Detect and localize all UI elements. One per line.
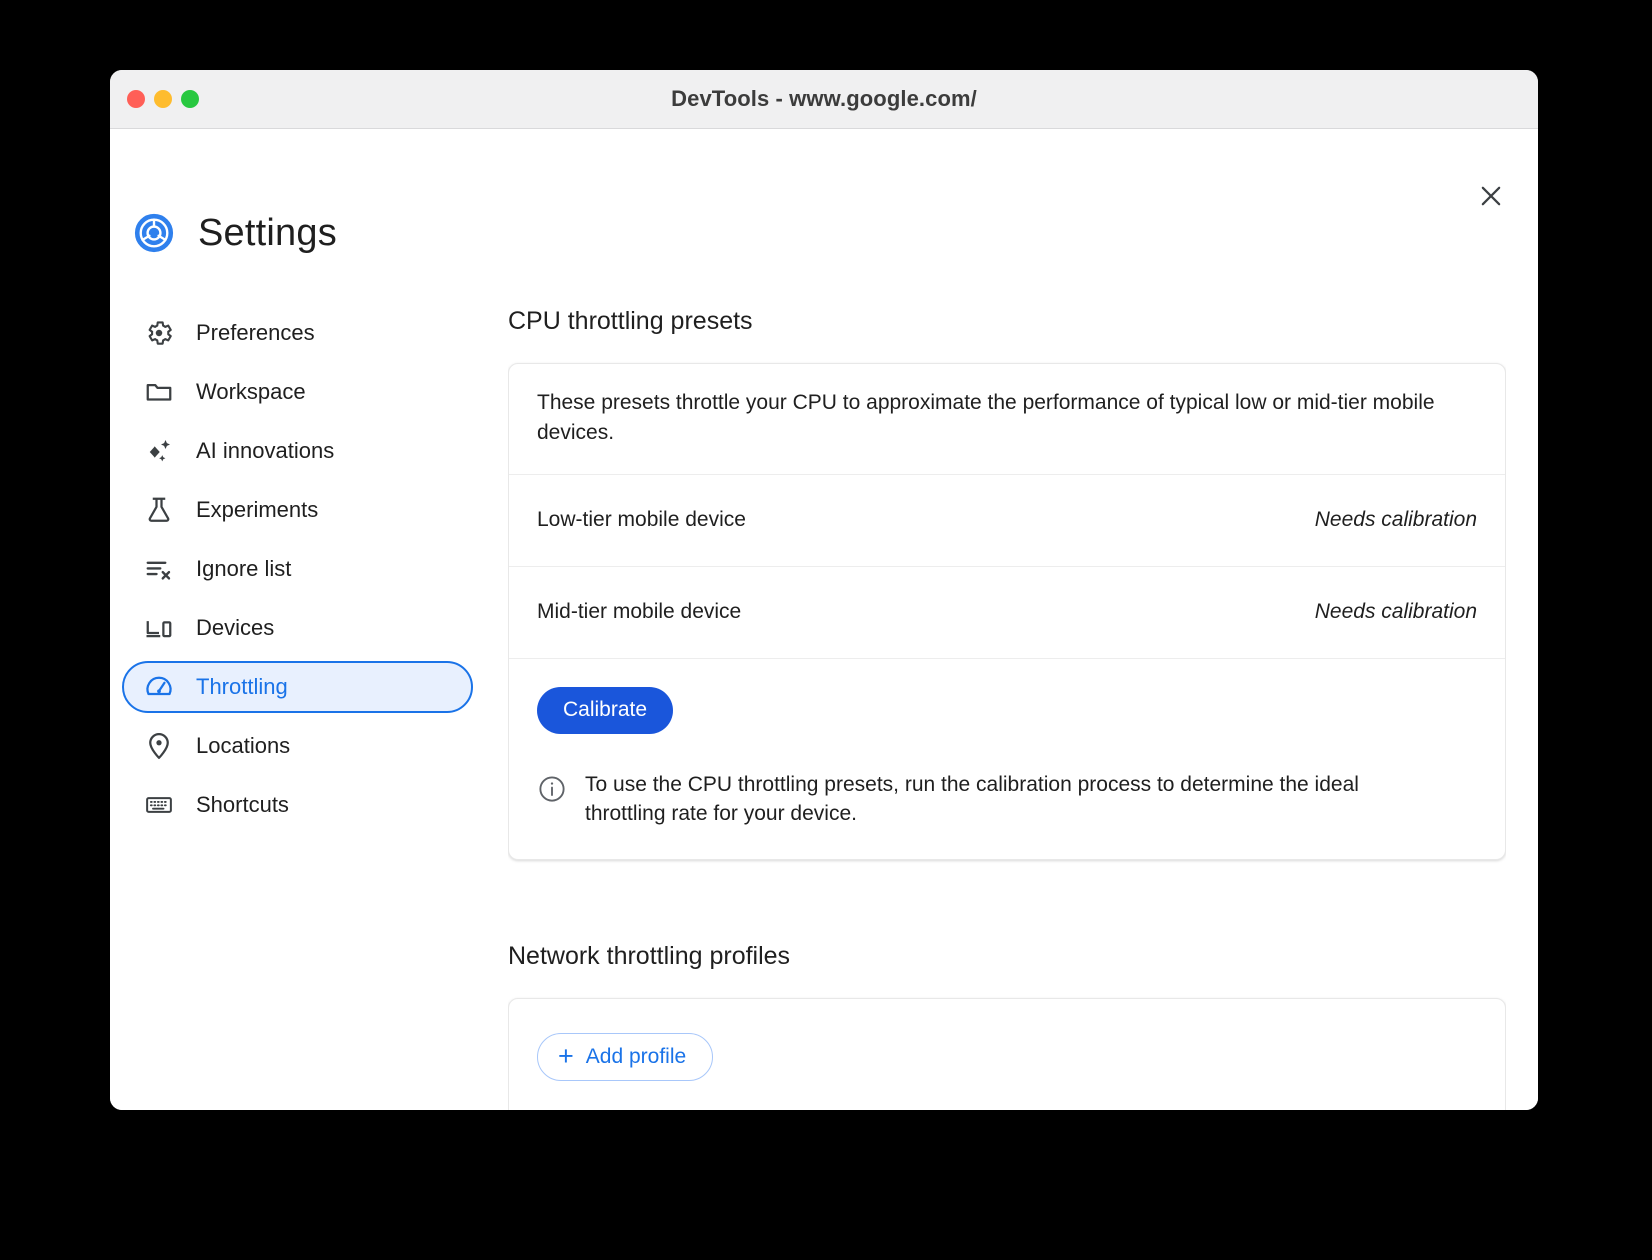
- status-badge: Needs calibration: [1314, 508, 1477, 532]
- sidebar-item-label: Ignore list: [196, 556, 292, 581]
- keyboard-icon: [142, 788, 176, 822]
- sidebar-item-label: Shortcuts: [196, 792, 289, 817]
- network-section-title: Network throttling profiles: [508, 942, 791, 971]
- table-row[interactable]: Low-tier mobile device Needs calibration: [509, 475, 1505, 567]
- screen: DevTools - www.google.com/ Settings Pref…: [0, 0, 1652, 1260]
- sidebar-item-ignore-list[interactable]: Ignore list: [122, 543, 473, 595]
- cpu-section-description: These presets throttle your CPU to appro…: [509, 364, 1505, 475]
- sidebar-item-locations[interactable]: Locations: [122, 720, 473, 772]
- status-badge: Needs calibration: [1314, 600, 1477, 624]
- settings-dialog: Settings Preferences Workspace AI innova…: [110, 129, 1538, 1110]
- settings-header: Settings: [132, 211, 337, 255]
- info-icon: [537, 774, 567, 804]
- page-title: Settings: [198, 211, 337, 254]
- cpu-throttling-card: These presets throttle your CPU to appro…: [508, 363, 1506, 861]
- calibration-info-text: To use the CPU throttling presets, run t…: [585, 772, 1359, 826]
- preset-name: Low-tier mobile device: [537, 508, 746, 532]
- close-settings-button[interactable]: [1471, 176, 1511, 216]
- sidebar-item-experiments[interactable]: Experiments: [122, 484, 473, 536]
- sidebar-item-devices[interactable]: Devices: [122, 602, 473, 654]
- location-pin-icon: [142, 729, 176, 763]
- add-profile-label: Add profile: [585, 1045, 687, 1069]
- cpu-section-title: CPU throttling presets: [508, 307, 753, 335]
- window-titlebar: DevTools - www.google.com/: [110, 70, 1538, 129]
- traffic-lights: [127, 90, 199, 108]
- sidebar-item-workspace[interactable]: Workspace: [122, 366, 473, 418]
- devices-icon: [142, 611, 176, 645]
- close-icon: [1477, 182, 1505, 210]
- sidebar-item-ai-innovations[interactable]: AI innovations: [122, 425, 473, 477]
- sidebar-item-label: Workspace: [196, 379, 306, 404]
- window-close-button[interactable]: [127, 90, 145, 108]
- settings-sidebar: Preferences Workspace AI innovations Exp…: [110, 307, 485, 838]
- sidebar-item-label: Locations: [196, 733, 291, 758]
- plus-icon: +: [558, 1040, 574, 1071]
- settings-content: CPU throttling presets These presets thr…: [508, 307, 1506, 1110]
- devtools-window: DevTools - www.google.com/ Settings Pref…: [110, 70, 1538, 1110]
- flask-icon: [142, 493, 176, 527]
- sidebar-item-label: AI innovations: [196, 438, 335, 463]
- window-minimize-button[interactable]: [154, 90, 172, 108]
- sidebar-item-label: Throttling: [196, 674, 288, 699]
- list-x-icon: [142, 552, 176, 586]
- sidebar-item-throttling[interactable]: Throttling: [122, 661, 473, 713]
- sidebar-item-shortcuts[interactable]: Shortcuts: [122, 779, 473, 831]
- gear-icon: [142, 316, 176, 350]
- network-profiles-card: + Add profile: [508, 998, 1506, 1110]
- sidebar-item-preferences[interactable]: Preferences: [122, 307, 473, 359]
- table-row[interactable]: Mid-tier mobile device Needs calibration: [509, 567, 1505, 659]
- chrome-logo-icon: [132, 211, 176, 255]
- window-title: DevTools - www.google.com/: [671, 86, 977, 111]
- calibrate-button[interactable]: Calibrate: [537, 686, 674, 734]
- add-profile-button[interactable]: + Add profile: [537, 1033, 714, 1082]
- speedometer-icon: [142, 670, 176, 704]
- preset-name: Mid-tier mobile device: [537, 600, 742, 624]
- calibration-info: To use the CPU throttling presets, run t…: [537, 770, 1477, 830]
- sidebar-item-label: Preferences: [196, 320, 315, 345]
- sidebar-item-label: Experiments: [196, 497, 319, 522]
- window-maximize-button[interactable]: [181, 90, 199, 108]
- sparkle-icon: [142, 434, 176, 468]
- sidebar-item-label: Devices: [196, 615, 275, 640]
- folder-icon: [142, 375, 176, 409]
- cpu-card-actions: Calibrate To use the CPU throttling pres…: [509, 659, 1505, 860]
